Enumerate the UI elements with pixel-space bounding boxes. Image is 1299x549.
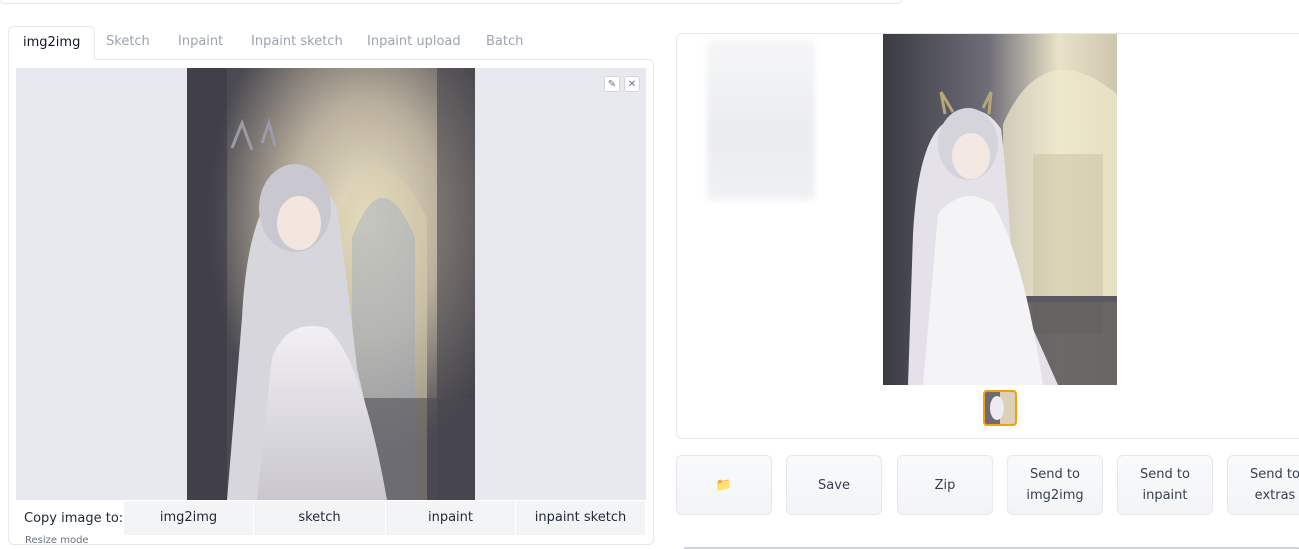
tab-inpaint-upload[interactable]: Inpaint upload [353,26,475,60]
tab-sketch[interactable]: Sketch [92,26,164,60]
tab-inpaint[interactable]: Inpaint [164,26,237,60]
gallery-thumbnail[interactable] [983,390,1017,426]
send-to-img2img-button[interactable]: Send to img2img [1007,455,1103,515]
output-gallery [676,33,1299,439]
copy-image-label: Copy image to: [24,510,124,526]
resize-mode-label: Resize mode [25,535,89,546]
tab-inpaint-sketch[interactable]: Inpaint sketch [237,26,357,60]
prompt-box-edge [0,0,902,4]
copy-to-inpaint-sketch-button[interactable]: inpaint sketch [516,501,646,535]
open-folder-button[interactable]: 📁 [676,455,772,515]
tab-img2img[interactable]: img2img [8,26,96,60]
copy-to-sketch-button[interactable]: sketch [254,501,386,535]
output-image[interactable] [883,34,1117,385]
copy-to-img2img-button[interactable]: img2img [124,501,254,535]
folder-icon: 📁 [715,477,733,493]
input-image-area[interactable]: ✎ ✕ [16,68,646,500]
tab-batch[interactable]: Batch [472,26,537,60]
input-image [187,68,475,500]
send-to-inpaint-button[interactable]: Send to inpaint [1117,455,1213,515]
blurred-preview [707,40,815,200]
close-icon[interactable]: ✕ [624,76,640,92]
pencil-icon[interactable]: ✎ [604,76,620,92]
copy-to-inpaint-button[interactable]: inpaint [386,501,516,535]
save-button[interactable]: Save [786,455,882,515]
zip-button[interactable]: Zip [897,455,993,515]
generation-info-text [684,544,1299,549]
copy-image-bar: Copy image to: img2img sketch inpaint in… [16,500,646,536]
mode-tabs: img2img Sketch Inpaint Inpaint sketch In… [8,26,654,60]
send-to-extras-button[interactable]: Send to extras [1227,455,1299,515]
